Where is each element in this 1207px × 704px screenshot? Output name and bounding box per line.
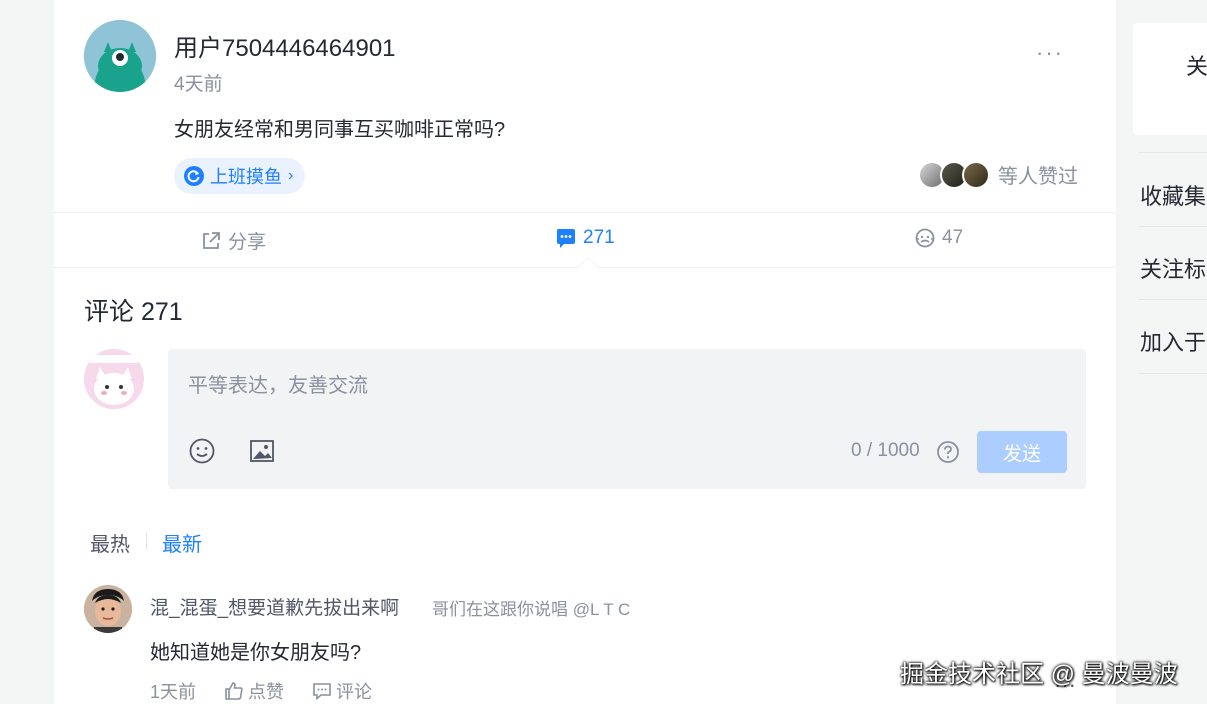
reply-button[interactable]: 评论 [312,678,372,704]
commenter-title: 哥们在这跟你说唱 @L T C [432,600,631,619]
face-icon [915,228,935,248]
comment-count-button[interactable]: 271 [555,227,615,249]
comment-count: 271 [583,227,615,248]
reply-bubble-icon [313,683,331,701]
comment-input-placeholder[interactable]: 平等表达，友善交流 [188,369,368,398]
like-button[interactable]: 点赞 [224,678,284,704]
sidebar-divider [1139,152,1207,153]
current-user-avatar[interactable] [84,349,144,409]
sort-new-tab[interactable]: 最新 [162,528,202,557]
sidebar-item-joined: 加入于 [1140,330,1207,355]
author-avatar[interactable] [84,20,156,92]
likers-list[interactable]: 等人赞过 [918,160,1078,189]
char-counter: 0 / 1000 [851,440,920,461]
reply-label: 评论 [336,682,373,702]
reaction-count: 47 [942,227,964,248]
commenter-name[interactable]: 混_混蛋_想要道歉先拔出来啊 [150,593,399,620]
topic-label: 上班摸鱼 [210,167,282,187]
author-name[interactable]: 用户7504446464901 [174,28,396,63]
question-icon[interactable] [936,440,960,464]
sidebar-divider [1139,299,1207,300]
comment-editor[interactable]: 平等表达，友善交流 0 / 1000 发送 [168,349,1086,489]
comment-content: 她知道她是你女朋友吗? [150,642,362,664]
share-icon [203,231,220,249]
comment-bubble-icon [557,229,575,248]
reaction-button[interactable]: 47 [914,227,963,249]
active-tab-caret [577,257,599,268]
sidebar: 关 收藏集 关注标 加入于 [1117,0,1207,704]
more-options-button[interactable]: ··· [1036,40,1064,66]
sidebar-item-following-tags[interactable]: 关注标 [1140,252,1207,284]
thumb-up-icon [225,682,243,700]
watermark: 掘金技术社区 @ 曼波曼波 [900,661,1178,688]
post-time: 4天前 [174,74,223,95]
sidebar-divider [1139,373,1207,374]
image-icon[interactable] [248,437,276,465]
liker-avatar [962,160,990,189]
send-button[interactable]: 发送 [977,431,1067,473]
share-label: 分享 [228,232,267,253]
sort-hot-tab[interactable]: 最热 [90,528,130,557]
author-card-text[interactable]: 关 [1186,49,1207,81]
post-content: 女朋友经常和男同事互买咖啡正常吗? [174,119,506,141]
chevron-right-icon: › [288,167,294,184]
share-button[interactable]: 分享 [200,227,266,254]
like-label: 点赞 [248,682,285,702]
comment-meta: 1天前 点赞 评论 [150,678,372,704]
likers-text: 等人赞过 [998,166,1078,188]
sidebar-item-collections[interactable]: 收藏集 [1140,179,1207,211]
refresh-circle-icon [184,166,204,186]
commenter-avatar[interactable] [84,585,132,633]
comments-heading: 评论 271 [84,298,183,326]
comment-time: 1天前 [150,682,197,702]
sort-divider [146,532,147,550]
topic-tag[interactable]: 上班摸鱼 › [174,158,306,194]
sidebar-divider [1139,226,1207,227]
author-card: 关 [1133,23,1207,135]
post-card: 用户7504446464901 4天前 ··· 女朋友经常和男同事互买咖啡正常吗… [54,0,1116,704]
emoji-icon[interactable] [188,437,216,465]
